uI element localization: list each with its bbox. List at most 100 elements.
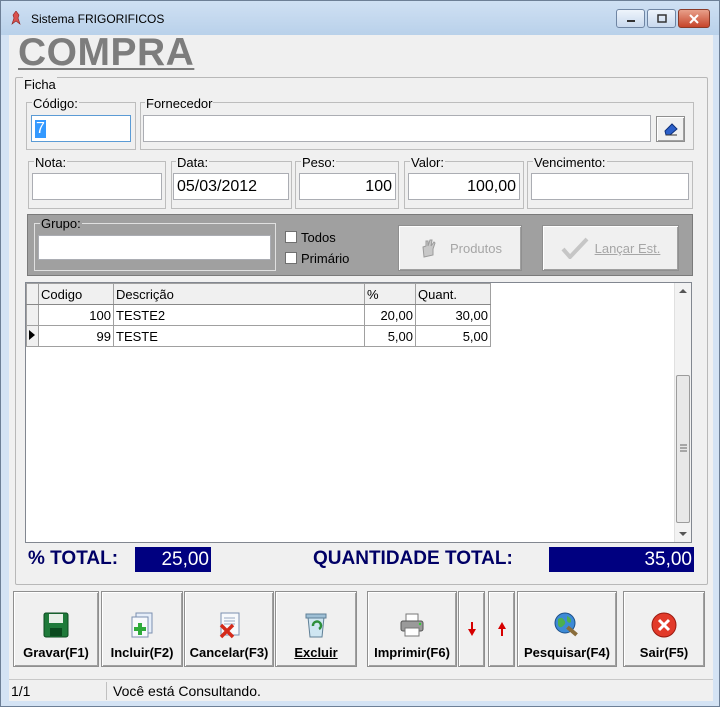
cell-descricao[interactable]: TESTE [113,325,365,347]
gravar-label: Gravar(F1) [23,645,89,660]
data-input[interactable]: 05/03/2012 [173,173,289,200]
window-title: Sistema FRIGORIFICOS [31,12,165,26]
nota-label: Nota: [34,155,68,170]
lancar-estoque-label: Lançar Est. [594,240,661,256]
cell-descricao[interactable]: TESTE2 [113,304,365,326]
close-icon [689,13,699,24]
codigo-value: 7 [35,119,46,138]
maximize-button[interactable] [647,9,676,28]
incluir-button[interactable]: Incluir(F2) [101,591,183,667]
arrow-down-icon [467,622,476,636]
quantity-total-label: QUANTIDADE TOTAL: [313,548,513,569]
excluir-label: Excluir [294,645,338,660]
column-header-descricao[interactable]: Descrição [113,283,365,305]
peso-input[interactable]: 100 [299,173,396,200]
grid-scrollbar[interactable] [674,283,691,542]
vencimento-input[interactable] [531,173,689,200]
nota-input[interactable] [32,173,162,200]
arrow-up-icon [497,622,506,636]
scroll-thumb[interactable] [676,375,690,523]
floppy-disk-icon [43,612,69,638]
status-message: Você está Consultando. [113,683,261,699]
table-header-row: Codigo Descrição % Quant. [26,283,491,305]
todos-checkbox[interactable] [285,231,297,243]
incluir-label: Incluir(F2) [110,645,174,660]
add-document-icon [131,612,153,638]
grupo-label: Grupo: [40,216,82,231]
exit-icon [651,612,677,638]
data-label: Data: [176,155,210,170]
quantity-total-value: 35,00 [549,547,694,572]
imprimir-label: Imprimir(F6) [374,645,450,660]
row-indicator [26,304,39,326]
peso-label: Peso: [301,155,337,170]
fornecedor-lookup-button[interactable] [656,116,685,142]
excluir-button[interactable]: Excluir [275,591,357,667]
cancelar-button[interactable]: Cancelar(F3) [184,591,274,667]
column-header-codigo[interactable]: Codigo [38,283,114,305]
table-row[interactable]: 100 TESTE2 20,00 30,00 [26,304,491,326]
cell-quant[interactable]: 5,00 [415,325,491,347]
title-bar[interactable]: Sistema FRIGORIFICOS [1,1,719,35]
imprimir-button[interactable]: Imprimir(F6) [367,591,457,667]
column-header-quant[interactable]: Quant. [415,283,491,305]
valor-value: 100,00 [467,177,516,195]
primario-label: Primário [301,251,350,266]
app-icon [11,11,21,25]
maximize-icon [656,14,667,23]
row-indicator-header [26,283,39,305]
valor-input[interactable]: 100,00 [408,173,520,200]
vencimento-label: Vencimento: [533,155,607,170]
current-row-indicator [26,325,39,347]
pesquisar-button[interactable]: Pesquisar(F4) [517,591,617,667]
globe-search-icon [554,612,578,637]
minimize-button[interactable] [616,9,645,28]
move-up-button[interactable] [488,591,515,667]
gravar-button[interactable]: Gravar(F1) [13,591,99,667]
cell-quant[interactable]: 30,00 [415,304,491,326]
scroll-up-icon[interactable] [679,288,687,294]
sair-label: Sair(F5) [639,645,689,660]
primario-checkbox[interactable] [285,252,297,264]
cell-percent[interactable]: 20,00 [364,304,416,326]
form-area: COMPRA Ficha Código: 7 Fornecedor Nota: … [9,31,713,701]
codigo-input[interactable]: 7 [31,115,131,142]
recycle-bin-icon [305,613,327,638]
cancel-document-icon [219,612,240,639]
table-row[interactable]: 99 TESTE 5,00 5,00 [26,325,491,347]
cell-codigo[interactable]: 99 [38,325,114,347]
row-pointer-icon [29,329,35,340]
produtos-button[interactable]: Produtos [398,225,522,271]
eraser-icon [663,123,678,136]
grip-icon [680,444,687,452]
status-divider [106,682,107,700]
grupo-input[interactable] [38,235,271,260]
percent-total-label: % TOTAL: [28,548,119,569]
percent-total-value: 25,00 [135,547,211,572]
sair-button[interactable]: Sair(F5) [623,591,705,667]
lancar-estoque-button[interactable]: Lançar Est. [542,225,679,271]
cell-percent[interactable]: 5,00 [364,325,416,347]
valor-label: Valor: [410,155,445,170]
cell-codigo[interactable]: 100 [38,304,114,326]
column-header-percent[interactable]: % [364,283,416,305]
peso-value: 100 [365,177,392,195]
fornecedor-label: Fornecedor [145,96,214,111]
todos-label: Todos [301,230,336,245]
fornecedor-input[interactable] [143,115,651,142]
items-grid[interactable]: Codigo Descrição % Quant. 100 TESTE2 20,… [25,282,692,543]
close-window-button[interactable] [678,9,710,28]
scroll-down-icon[interactable] [679,531,687,537]
checkmark-icon [561,237,589,259]
grupo-panel: Grupo: Todos Primário Produtos Lançar Es… [27,214,693,276]
move-down-button[interactable] [458,591,485,667]
pesquisar-label: Pesquisar(F4) [524,645,610,660]
data-value: 05/03/2012 [177,177,258,195]
minimize-icon [626,19,635,22]
record-counter: 1/1 [11,683,31,699]
codigo-label: Código: [32,96,79,111]
items-table: Codigo Descrição % Quant. 100 TESTE2 20,… [26,283,491,347]
ficha-legend: Ficha [23,77,57,92]
produtos-label: Produtos [449,240,503,256]
hand-icon [422,239,436,258]
